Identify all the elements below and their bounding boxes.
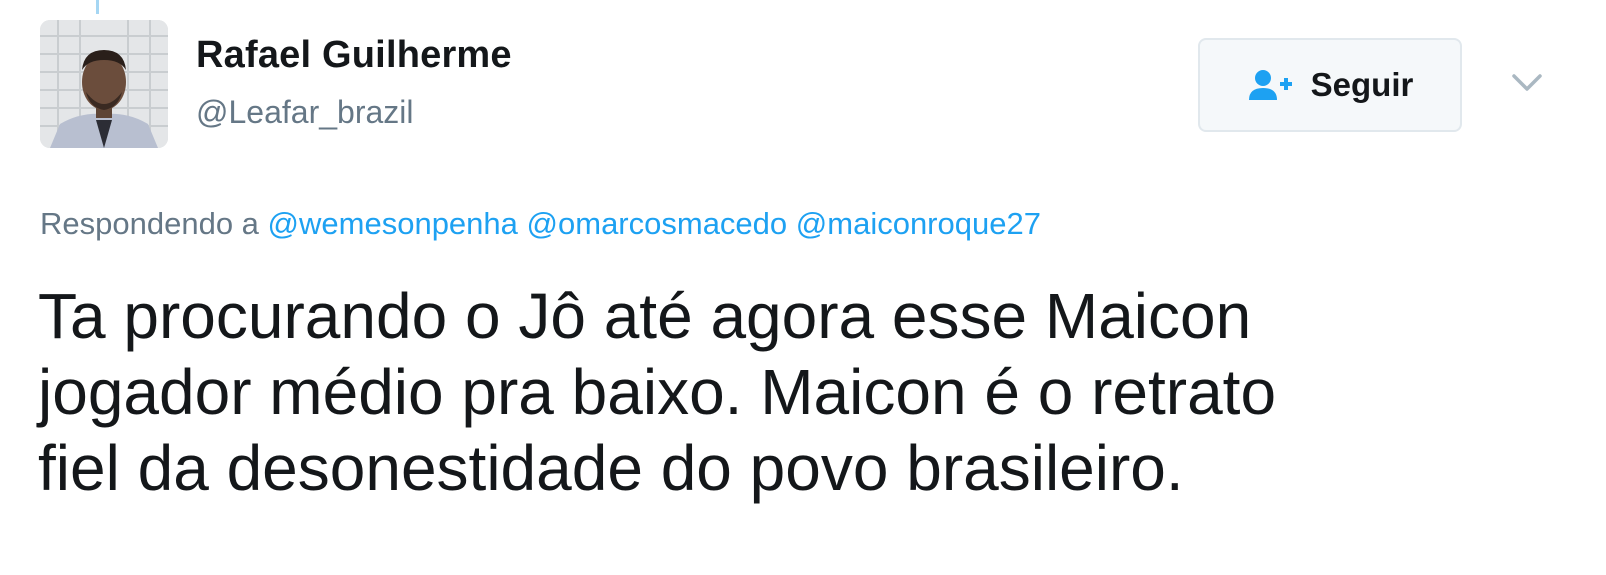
replying-to: Respondendo a @wemesonpenha @omarcosmace… [40,206,1041,242]
display-name[interactable]: Rafael Guilherme [196,34,512,77]
avatar-photo [40,20,168,148]
tweet-text-line: jogador médio pra baixo. Maicon é o retr… [38,356,1277,428]
tweet-text: Ta procurando o Jô até agora esse Maicon… [38,278,1558,506]
follow-button[interactable]: Seguir [1198,38,1462,132]
thread-connector-line [96,0,99,14]
add-user-icon [1247,68,1295,102]
mention-link[interactable]: @wemesonpenha [268,206,518,241]
avatar[interactable] [40,20,168,148]
tweet-text-line: fiel da desonestidade do povo brasileiro… [38,432,1184,504]
replying-to-prefix: Respondendo a [40,206,259,241]
mention-link[interactable]: @omarcosmacedo [527,206,788,241]
user-handle[interactable]: @Leafar_brazil [196,94,413,131]
follow-button-label: Seguir [1310,66,1414,103]
tweet-text-line: Ta procurando o Jô até agora esse Maicon [38,280,1252,352]
chevron-down-icon [1512,74,1542,91]
mention-link[interactable]: @maiconroque27 [796,206,1041,241]
tweet-menu-caret[interactable] [1510,70,1544,94]
